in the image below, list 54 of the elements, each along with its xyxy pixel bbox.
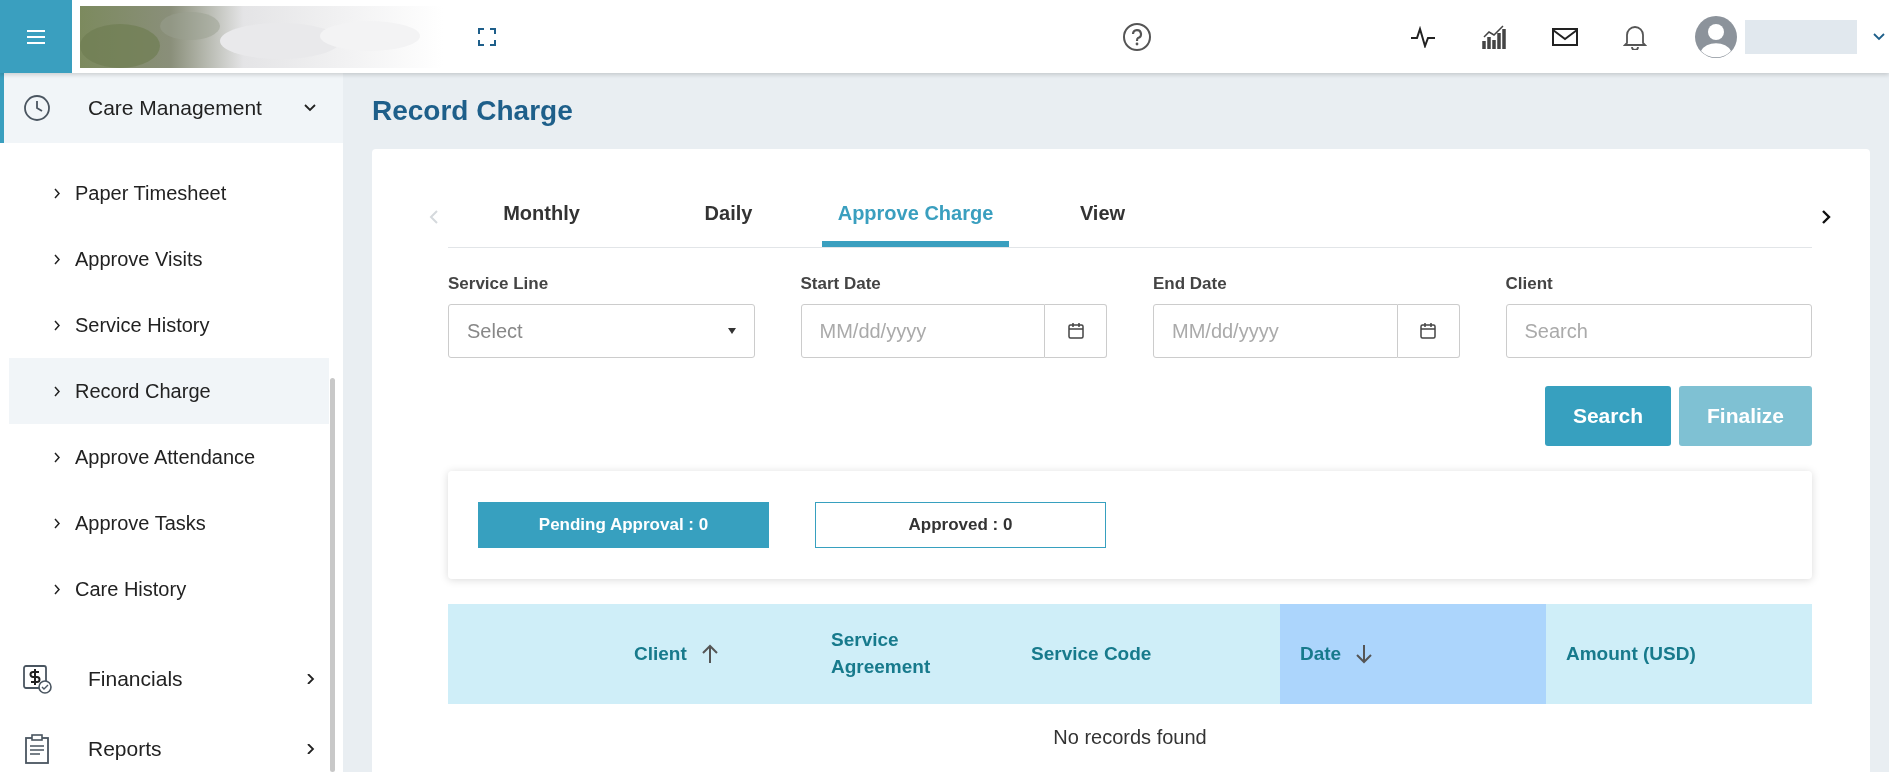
fullscreen-icon[interactable] [478,27,496,46]
field-label: Start Date [800,274,881,294]
clipboard-icon [22,734,52,764]
mail-icon[interactable] [1552,26,1578,47]
submenu-item[interactable]: Paper Timesheet [9,160,329,226]
column-header[interactable]: Amount (USD) [1546,604,1812,704]
date-field[interactable]: MM/dd/yyyy [800,304,1045,358]
chevron-icon [53,319,61,331]
calendar-icon [1419,322,1437,340]
submenu-item[interactable]: Service History [9,292,329,358]
dollar-icon [22,664,52,694]
select-field[interactable]: Select [448,304,755,358]
sidebar-item[interactable]: Reports [0,714,343,772]
calendar-button[interactable] [1045,304,1107,358]
column-header[interactable]: Service Agreement [811,604,1011,704]
chevron-icon [53,517,61,529]
avatar-icon[interactable] [1695,15,1737,58]
calendar-button[interactable] [1397,304,1460,358]
caret-icon[interactable] [1873,32,1885,41]
column-header[interactable]: Client [448,604,811,704]
tab[interactable]: Monthly [448,185,635,247]
tab[interactable]: View [1009,185,1196,247]
submenu-item[interactable]: Approve Tasks [9,490,329,556]
pulse-icon[interactable] [1410,25,1436,48]
submenu-item[interactable]: Approve Visits [9,226,329,292]
field-label: End Date [1153,274,1227,294]
help-icon[interactable] [1122,21,1152,52]
field-label: Service Line [448,274,549,294]
sidebar-item[interactable]: Financials [0,644,343,714]
menu-icon [26,28,46,45]
page-title: Record Charge [372,94,574,128]
chevron-icon [53,385,61,397]
empty-message: No records found [1052,725,1208,749]
status-tab[interactable]: Approved : 0 [815,502,1106,548]
submenu-item[interactable]: Approve Attendance [9,424,329,490]
calendar-icon [1066,322,1085,340]
dropdown-icon [727,328,736,334]
search-field[interactable]: Search [1505,304,1812,358]
submenu-item[interactable]: Care History [9,556,329,622]
chevron-icon [53,253,61,265]
bar-chart-icon[interactable] [1481,23,1507,50]
menu-button[interactable] [0,0,72,73]
submenu-item[interactable]: Record Charge [9,358,329,424]
chevron-icon [53,451,61,463]
column-header[interactable]: Service Code [1011,604,1280,704]
chevron-icon [303,103,317,113]
date-field[interactable]: MM/dd/yyyy [1153,304,1398,358]
sidebar-item[interactable]: Care Management [0,73,343,143]
chevron-icon [53,583,61,595]
tab[interactable]: Daily [635,185,822,247]
bell-icon[interactable] [1623,23,1647,50]
clock-icon [22,94,52,122]
chevron-icon [53,187,61,199]
field-label: Client [1505,274,1553,294]
